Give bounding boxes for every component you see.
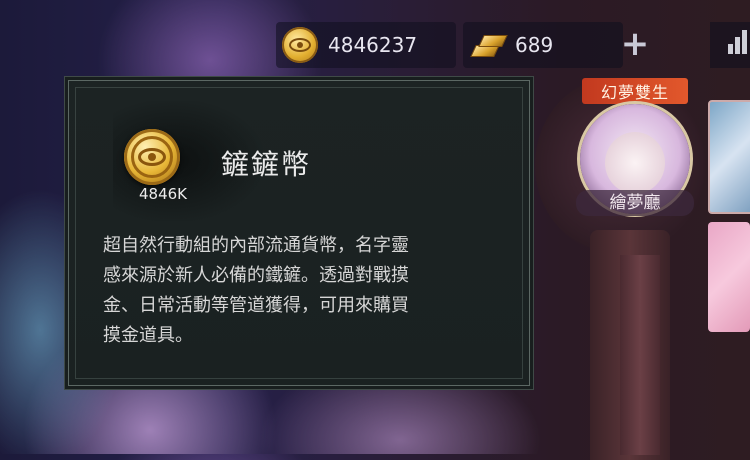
ranking-icon[interactable] [728,30,748,54]
character-name: 繪夢廳 [576,190,694,216]
background-pillar-inner [620,255,660,455]
item-description: 超自然行動組的內部流通貨幣，名字靈 感來源於新人必備的鐵鏟。透過對戰摸 金、日常… [103,235,409,346]
item-tooltip: 4846K 鏟鏟幣 超自然行動組的內部流通貨幣，名字靈 感來源於新人必備的鐵鏟。… [68,80,530,386]
coin-currency[interactable]: 4846237 [276,22,456,68]
item-count: 4846K [139,185,188,203]
gold-bar-icon [469,31,508,59]
side-card-blue[interactable] [708,100,750,214]
side-card-pink[interactable] [708,222,750,332]
coin-amount: 4846237 [328,33,418,57]
gold-amount: 689 [515,33,554,57]
item-name: 鏟鏟幣 [221,148,312,181]
coin-icon [282,27,318,63]
avatar-face [605,132,665,194]
gold-currency[interactable]: 689 [463,22,623,68]
currency-bar: 4846237 689 + [270,22,750,68]
coin-icon [124,129,180,185]
plus-icon[interactable]: + [620,27,650,61]
character-badge: 幻夢雙生 [582,78,688,104]
